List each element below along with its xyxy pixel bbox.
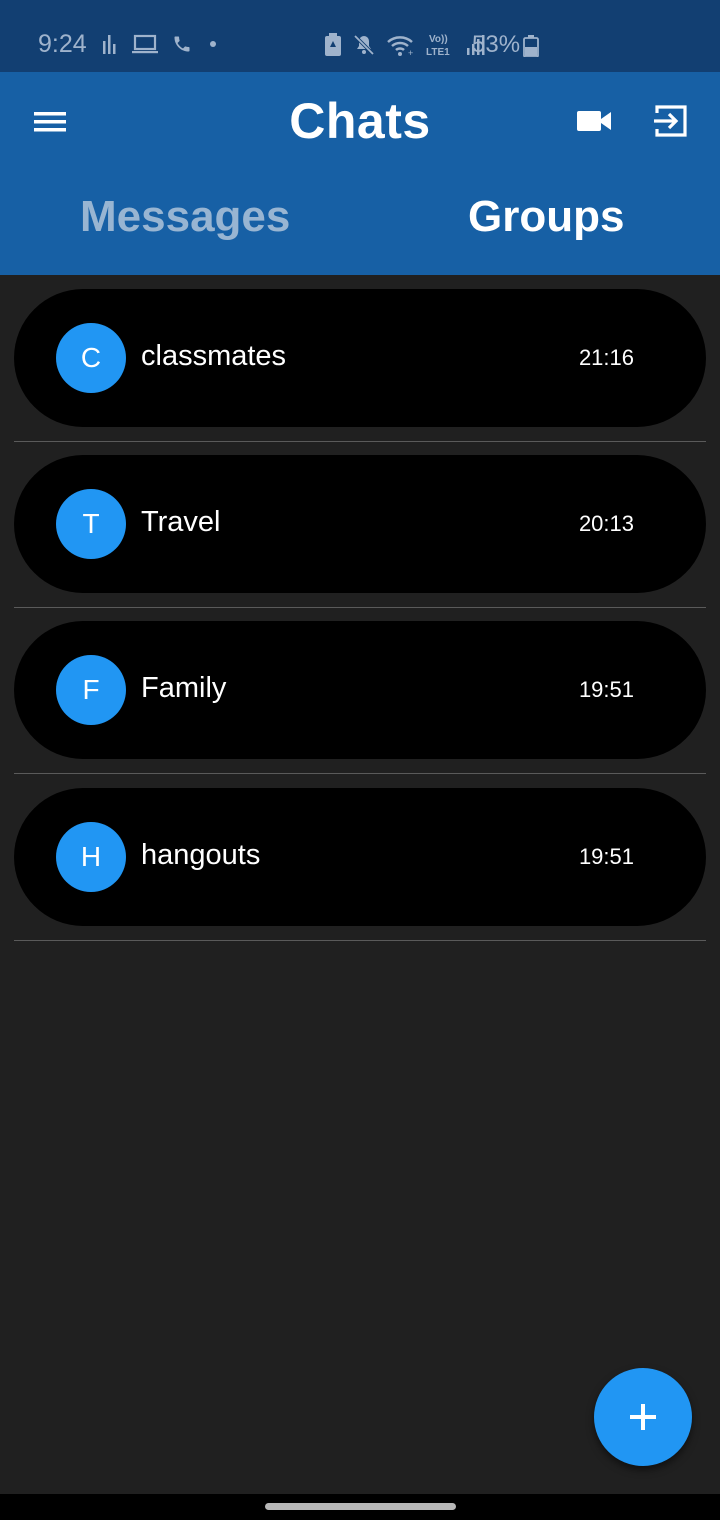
volte-icon: Vo)) LTE1 <box>426 34 450 58</box>
phone-icon <box>174 36 190 52</box>
tab-messages[interactable]: Messages <box>80 192 290 242</box>
chat-name: Family <box>141 672 227 704</box>
chat-name: classmates <box>141 340 287 372</box>
chat-name: Travel <box>141 506 221 538</box>
laptop-icon <box>132 34 158 54</box>
chat-time: 20:13 <box>578 511 634 536</box>
chat-time: 19:51 <box>578 844 634 869</box>
dot-icon <box>210 41 216 47</box>
battery-saver-icon <box>325 33 341 56</box>
battery-percentage: 53% <box>472 31 521 58</box>
plus-icon <box>630 1404 656 1430</box>
activity-icon <box>103 35 116 54</box>
chat-item-family[interactable]: F Family 19:51 <box>14 621 706 759</box>
divider <box>14 441 706 442</box>
status-time: 9:24 <box>38 30 87 58</box>
logout-button[interactable] <box>652 102 690 140</box>
chat-item-classmates[interactable]: C classmates 21:16 <box>14 289 706 427</box>
tab-groups[interactable]: Groups <box>468 192 624 242</box>
battery-icon <box>523 35 539 57</box>
chat-time: 19:51 <box>578 677 634 702</box>
navigation-bar <box>0 1494 720 1520</box>
svg-text:+: + <box>408 48 413 57</box>
home-gesture-handle[interactable] <box>265 1503 456 1510</box>
svg-text:Vo)): Vo)) <box>429 34 448 45</box>
status-icons-left <box>102 33 220 55</box>
chat-time: 21:16 <box>578 345 634 370</box>
avatar: H <box>56 822 126 892</box>
mute-icon <box>353 34 375 56</box>
wifi-icon: + <box>387 36 413 57</box>
divider <box>14 773 706 774</box>
svg-text:LTE1: LTE1 <box>426 47 450 58</box>
avatar: T <box>56 489 126 559</box>
chat-name: hangouts <box>141 839 261 871</box>
app-bar: Chats <box>0 72 720 170</box>
chat-item-hangouts[interactable]: H hangouts 19:51 <box>14 788 706 926</box>
chat-item-travel[interactable]: T Travel 20:13 <box>14 455 706 593</box>
video-camera-icon <box>577 111 611 131</box>
status-icons-right: + Vo)) LTE1 <box>324 32 486 58</box>
divider <box>14 940 706 941</box>
divider <box>14 607 706 608</box>
new-group-button[interactable] <box>594 1368 692 1466</box>
exit-icon <box>654 105 687 137</box>
avatar: C <box>56 323 126 393</box>
avatar: F <box>56 655 126 725</box>
status-bar: 9:24 + Vo)) LTE1 53% <box>0 0 720 72</box>
tab-bar: Messages Groups <box>0 170 720 275</box>
video-call-button[interactable] <box>575 107 613 135</box>
